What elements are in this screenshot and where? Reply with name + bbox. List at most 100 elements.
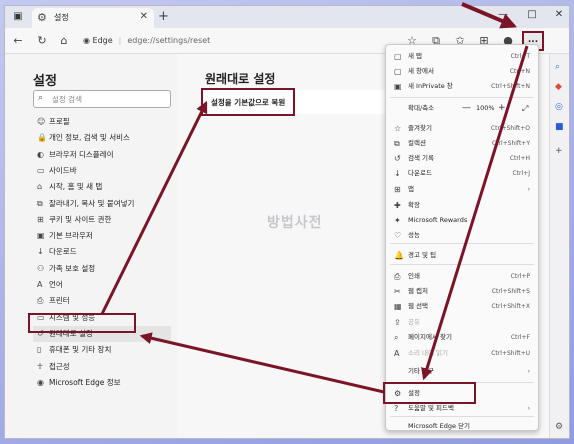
sidebar-item-home[interactable]: ⌂ 시작, 홈 및 새 탭 bbox=[37, 179, 171, 195]
settings-search-input[interactable]: ⌕ 설정 검색 bbox=[33, 90, 171, 108]
search-icon: ⌕ bbox=[38, 93, 44, 103]
favorites-icon: ☆ bbox=[394, 124, 402, 133]
home-icon: ⌂ bbox=[37, 182, 43, 192]
sidebar-item-edge[interactable]: ◉ Microsoft Edge 정보 bbox=[37, 375, 171, 391]
tab-settings[interactable]: ⚙ 설정 ✕ bbox=[32, 8, 154, 28]
menu-item-more-tools[interactable]: 기타 도구 › bbox=[386, 364, 538, 379]
menu-item-shortcut: Ctrl+H bbox=[509, 155, 530, 162]
shopping-icon[interactable]: ◆ bbox=[555, 82, 562, 92]
sidebar-item-profile[interactable]: ☺ 프로필 bbox=[37, 114, 171, 130]
menu-item-rewards[interactable]: ✦ Microsoft Rewards bbox=[386, 213, 538, 228]
settings-icon[interactable]: ⚙ bbox=[555, 422, 563, 432]
sidebar-highlight-box bbox=[28, 313, 136, 333]
sidebar-item-phone[interactable]: ▯ 휴대폰 및 기타 장치 bbox=[37, 342, 171, 358]
menu-item-new-window[interactable]: ▢ 새 창에서 Ctrl+N bbox=[386, 64, 538, 79]
menu-item-find[interactable]: ⌕ 페이지에서 찾기 Ctrl+F bbox=[386, 330, 538, 345]
sidebar-item-palette[interactable]: ◐ 브라우저 디스플레이 bbox=[37, 147, 171, 163]
search-icon[interactable]: ⌕ bbox=[555, 62, 560, 72]
zoom-in-button[interactable]: + bbox=[498, 101, 506, 116]
menu-item-label: 검색 기록 bbox=[408, 154, 434, 162]
menu-item-shortcut: Ctrl+Shift+Y bbox=[491, 140, 530, 147]
sidebar-item-family[interactable]: ⚇ 가족 보호 설정 bbox=[37, 261, 171, 277]
tools-icon[interactable]: ◎ bbox=[555, 102, 563, 112]
alerts-icon: 🔔 bbox=[394, 251, 404, 260]
apps-icon: ⊞ bbox=[394, 185, 401, 194]
menu-item-label: 다운로드 bbox=[408, 169, 432, 177]
menu-item-zoom: 확대/축소 — 100% + ⤢ bbox=[386, 101, 538, 116]
edge-sidebar-rail: ⌕ ◆ ◎ ■ + ⚙ bbox=[549, 54, 569, 438]
home-button[interactable]: ⌂ bbox=[57, 34, 71, 47]
rewards-icon: ✦ bbox=[394, 216, 401, 225]
menu-item-apps[interactable]: ⊞ 앱 › bbox=[386, 182, 538, 197]
sidebar-item-label: 휴대폰 및 기타 장치 bbox=[49, 345, 112, 355]
sidebar-item-label: 시작, 홈 및 새 탭 bbox=[49, 182, 103, 192]
sidebar-item-cookie[interactable]: ⊞ 쿠키 및 사이트 권한 bbox=[37, 212, 171, 228]
menu-item-shortcut: Ctrl+Shift+X bbox=[491, 303, 530, 310]
menu-item-label: 웹 캡처 bbox=[408, 287, 429, 295]
sidebar-item-label: 접근성 bbox=[49, 361, 70, 371]
menu-item-shortcut: Ctrl+N bbox=[509, 68, 530, 75]
sidebar-item-language[interactable]: A 언어 bbox=[37, 277, 171, 293]
tab-bar: ▣ ⚙ 설정 ✕ + — □ ✕ bbox=[5, 6, 569, 28]
url-separator: | bbox=[118, 36, 122, 45]
zoom-out-button[interactable]: — bbox=[462, 101, 471, 116]
maximize-button[interactable]: □ bbox=[524, 9, 540, 20]
menu-item-download[interactable]: ↓ 다운로드 Ctrl+J bbox=[386, 166, 538, 181]
print-icon: ⎙ bbox=[394, 272, 401, 281]
address-bar[interactable]: ◉ Edge | edge://settings/reset bbox=[83, 32, 383, 50]
new-tab-icon: ▢ bbox=[394, 52, 402, 61]
menu-item-label: 인쇄 bbox=[408, 272, 420, 280]
menu-item-shortcut: Ctrl+Shift+N bbox=[491, 83, 530, 90]
new-tab-button[interactable]: + bbox=[158, 9, 169, 24]
sidebar-item-download[interactable]: ↓ 다운로드 bbox=[37, 244, 171, 260]
menu-item-extensions[interactable]: ✚ 확장 bbox=[386, 198, 538, 213]
read-aloud-icon: A bbox=[394, 349, 400, 358]
menu-item-inprivate[interactable]: ▣ 새 InPrivate 창 Ctrl+Shift+N bbox=[386, 79, 538, 94]
settings-sidebar: 설정 ⌕ 설정 검색 ☺ 프로필 🔒 개인 정보, 검색 및 서비스 ◐ 브라우저 디스플… bbox=[5, 54, 177, 438]
menu-item-share[interactable]: ⇪ 공유 bbox=[386, 315, 538, 330]
menu-item-label: 공유 bbox=[408, 318, 420, 326]
tab-actions-icon[interactable]: ▣ bbox=[11, 10, 25, 24]
menu-item-print[interactable]: ⎙ 인쇄 Ctrl+P bbox=[386, 269, 538, 284]
web-capture-icon: ✂ bbox=[394, 287, 401, 296]
menu-item-read-aloud[interactable]: A 소리 내어 읽기 Ctrl+Shift+U bbox=[386, 346, 538, 361]
browser-icon: ▣ bbox=[37, 231, 45, 241]
menu-separator bbox=[390, 264, 534, 265]
minimize-button[interactable]: — bbox=[495, 9, 511, 20]
sidebar-item-browser[interactable]: ▣ 기본 브라우저 bbox=[37, 228, 171, 244]
menu-item-collections[interactable]: ⧉ 컬렉션 Ctrl+Shift+Y bbox=[386, 136, 538, 151]
sidebar-item-share[interactable]: ⧉ 잘라내기, 복사 및 붙여넣기 bbox=[37, 196, 171, 212]
outlook-icon[interactable]: ■ bbox=[555, 122, 564, 132]
sidebar-item-sidebar[interactable]: ▭ 사이드바 bbox=[37, 163, 171, 179]
url-path: edge://settings/reset bbox=[127, 36, 211, 45]
fullscreen-icon[interactable]: ⤢ bbox=[522, 101, 528, 116]
menu-item-label: Microsoft Edge 닫기 bbox=[408, 422, 471, 430]
sidebar-item-printer[interactable]: ⎙ 프린터 bbox=[37, 293, 171, 309]
menu-item-new-tab[interactable]: ▢ 새 탭 Ctrl+T bbox=[386, 49, 538, 64]
menu-item-close-edge[interactable]: Microsoft Edge 닫기 bbox=[386, 419, 538, 434]
sidebar-item-label: 개인 정보, 검색 및 서비스 bbox=[49, 133, 130, 143]
menu-item-label: 기타 도구 bbox=[408, 367, 434, 375]
sidebar-item-label: 가족 보호 설정 bbox=[49, 263, 96, 273]
share-icon: ⇪ bbox=[394, 318, 401, 327]
palette-icon: ◐ bbox=[37, 149, 44, 159]
close-tab-icon[interactable]: ✕ bbox=[140, 11, 148, 22]
sidebar-item-lock[interactable]: 🔒 개인 정보, 검색 및 서비스 bbox=[37, 130, 171, 146]
settings-highlight-box bbox=[383, 382, 476, 404]
close-window-button[interactable]: ✕ bbox=[551, 9, 567, 20]
menu-item-shortcut: › bbox=[527, 368, 530, 375]
sidebar-item-accessibility[interactable]: ☥ 접근성 bbox=[37, 359, 171, 375]
sidebar-item-label: 잘라내기, 복사 및 붙여넣기 bbox=[49, 198, 135, 208]
add-icon[interactable]: + bbox=[555, 146, 563, 156]
menu-item-favorites[interactable]: ☆ 즐겨찾기 Ctrl+Shift+O bbox=[386, 121, 538, 136]
menu-item-history[interactable]: ↺ 검색 기록 Ctrl+H bbox=[386, 151, 538, 166]
menu-item-web-capture[interactable]: ✂ 웹 캡처 Ctrl+Shift+S bbox=[386, 284, 538, 299]
refresh-button[interactable]: ↻ bbox=[35, 34, 49, 47]
menu-item-label: Microsoft Rewards bbox=[408, 216, 468, 224]
new-window-icon: ▢ bbox=[394, 67, 402, 76]
menu-item-performance[interactable]: ♡ 성능 bbox=[386, 228, 538, 243]
phone-icon: ▯ bbox=[37, 345, 42, 355]
menu-item-alerts[interactable]: 🔔 경고 및 팁 bbox=[386, 248, 538, 263]
back-button[interactable]: ← bbox=[11, 34, 25, 47]
menu-item-web-select[interactable]: ▦ 웹 선택 Ctrl+Shift+X bbox=[386, 299, 538, 314]
